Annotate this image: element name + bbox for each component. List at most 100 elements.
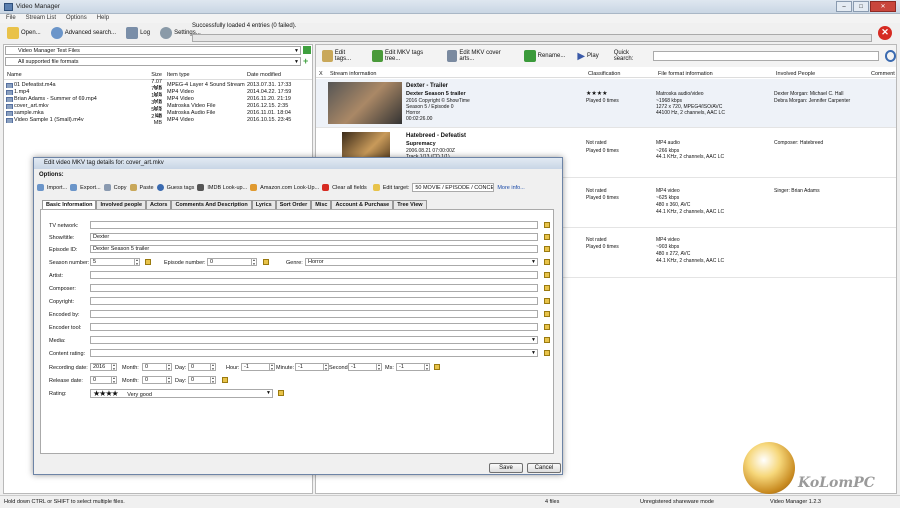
episode-number-stepper[interactable]: 0 ▲ ▼ <box>207 258 257 266</box>
play-button[interactable]: ▶ Play <box>574 50 601 63</box>
edit-tags-button[interactable]: Edit tags... <box>319 49 363 63</box>
cancel-button[interactable]: Cancel <box>527 463 561 473</box>
stream-row[interactable]: Dexter - Trailer Dexter Season 5 trailer… <box>316 79 896 128</box>
col-comment[interactable]: Comment <box>871 71 895 77</box>
tab-sort-order[interactable]: Sort Order <box>275 200 312 209</box>
folder-select[interactable]: Video Manager Test Files ▼ <box>5 46 301 55</box>
recording-second-stepper[interactable]: -1 ▲ ▼ <box>348 363 382 371</box>
pencil-icon[interactable] <box>222 377 228 383</box>
tab-involved-people[interactable]: Involved people <box>96 200 147 209</box>
media-select[interactable]: ▼ <box>90 336 538 344</box>
season-number-stepper[interactable]: 5 ▲ ▼ <box>90 258 140 266</box>
options-label: Options: <box>39 172 64 178</box>
log-icon <box>126 27 139 39</box>
menu-options[interactable]: Options <box>66 14 87 23</box>
close-button[interactable]: ✕ <box>870 1 896 12</box>
pencil-icon[interactable] <box>544 350 550 356</box>
pencil-icon[interactable] <box>544 222 550 228</box>
artist-input[interactable] <box>90 271 538 279</box>
content-rating-select[interactable]: ▼ <box>90 349 538 357</box>
menu-stream-list[interactable]: Stream List <box>26 14 56 23</box>
col-stream-info[interactable]: Stream information <box>330 71 376 77</box>
recording-ms-stepper[interactable]: -1 ▲ ▼ <box>396 363 430 371</box>
episode-id-input[interactable]: Dexter Season 5 trailer <box>90 245 538 253</box>
quick-search-input[interactable] <box>652 51 879 61</box>
guess-tags-button[interactable]: Guess tags <box>167 185 195 191</box>
check-icon[interactable] <box>303 46 311 54</box>
rename-button[interactable]: Rename... <box>521 49 569 63</box>
col-x[interactable]: X <box>319 71 323 77</box>
copyright-input[interactable] <box>90 297 538 305</box>
amazon-lookup-button[interactable]: Amazon.com Look-Up... <box>260 185 319 191</box>
edit-mkv-tree-button[interactable]: Edit MKV tags tree... <box>369 49 437 63</box>
tab-account-purchase[interactable]: Account & Purchase <box>331 200 394 209</box>
col-people[interactable]: Involved People <box>776 71 815 77</box>
pencil-icon[interactable] <box>544 272 550 278</box>
menu-help[interactable]: Help <box>97 14 109 23</box>
imdb-lookup-button[interactable]: IMDB Look-up... <box>207 185 247 191</box>
recording-day-stepper[interactable]: 0 ▲ ▼ <box>188 363 216 371</box>
pencil-icon[interactable] <box>544 324 550 330</box>
more-info-link[interactable]: More info... <box>497 185 525 191</box>
tab-misc[interactable]: Misc <box>311 200 332 209</box>
col-format[interactable]: File format information <box>658 71 713 77</box>
tv-network-input[interactable] <box>90 221 538 229</box>
rating-select[interactable]: ★★★★ Very good ▼ <box>90 389 273 398</box>
recording-month-stepper[interactable]: 0 ▲ ▼ <box>142 363 172 371</box>
col-type[interactable]: Item type <box>162 72 247 79</box>
file-row[interactable]: Video Sample 1 (Small).m4v 2.48 MB MP4 Vid… <box>4 114 312 126</box>
release-year-stepper[interactable]: 0 ▲ ▼ <box>90 376 117 384</box>
recording-year-stepper[interactable]: 2016 ▲ ▼ <box>90 363 117 371</box>
stepper-arrows-icon[interactable]: ▲ ▼ <box>251 258 256 266</box>
release-day-stepper[interactable]: 0 ▲ ▼ <box>188 376 216 384</box>
tab-basic-information[interactable]: Basic Information <box>42 200 97 209</box>
show-title-input[interactable]: Dexter <box>90 233 538 241</box>
play-icon: ▶ <box>577 50 586 62</box>
composer-input[interactable] <box>90 284 538 292</box>
add-icon[interactable]: + <box>303 57 311 66</box>
recording-hour-stepper[interactable]: -1 ▲ ▼ <box>241 363 275 371</box>
release-month-stepper[interactable]: 0 ▲ ▼ <box>142 376 172 384</box>
pencil-icon[interactable] <box>544 298 550 304</box>
export-button[interactable]: Export... <box>80 185 100 191</box>
pencil-icon[interactable] <box>544 234 550 240</box>
col-date[interactable]: Date modified <box>247 72 307 79</box>
menu-file[interactable]: File <box>6 14 16 23</box>
error-icon[interactable]: ✕ <box>878 26 892 40</box>
pencil-icon[interactable] <box>544 337 550 343</box>
tab-tree-view[interactable]: Tree View <box>393 200 427 209</box>
pencil-icon[interactable] <box>544 285 550 291</box>
encoder-tool-input[interactable] <box>90 323 538 331</box>
minimize-button[interactable]: – <box>836 1 852 12</box>
tab-actors[interactable]: Actors <box>146 200 172 209</box>
tab-lyrics[interactable]: Lyrics <box>251 200 276 209</box>
format-filter-select[interactable]: All supported file formats ▼ <box>5 57 301 66</box>
copy-button[interactable]: Copy <box>114 185 127 191</box>
encoded-by-input[interactable] <box>90 310 538 318</box>
pencil-icon[interactable] <box>544 311 550 317</box>
col-classification[interactable]: Classification <box>588 71 620 77</box>
tab-comments[interactable]: Comments And Description <box>171 200 252 209</box>
save-button[interactable]: Save <box>489 463 523 473</box>
import-button[interactable]: Import... <box>47 185 67 191</box>
stepper-arrows-icon[interactable]: ▲ ▼ <box>134 258 139 266</box>
pencil-icon[interactable] <box>544 246 550 252</box>
search-icon[interactable] <box>884 50 896 62</box>
maximize-button[interactable]: □ <box>853 1 869 12</box>
genre-select[interactable]: Horror ▼ <box>305 258 538 266</box>
edit-target-select[interactable]: 50 MOVIE / EPISODE / CONCERT <box>412 183 495 192</box>
pencil-icon[interactable] <box>544 259 550 265</box>
pencil-icon[interactable] <box>145 259 151 265</box>
license-status: Unregistered shareware mode <box>640 499 714 505</box>
paste-button[interactable]: Paste <box>140 185 154 191</box>
open-button[interactable]: Open... <box>4 26 44 40</box>
pencil-icon[interactable] <box>278 390 284 396</box>
log-button[interactable]: Log <box>123 26 153 40</box>
edit-cover-arts-button[interactable]: Edit MKV cover arts... <box>444 49 515 63</box>
advanced-search-button[interactable]: Advanced search... <box>48 26 119 40</box>
col-name[interactable]: Name <box>4 72 144 79</box>
pencil-icon[interactable] <box>263 259 269 265</box>
pencil-icon[interactable] <box>434 364 440 370</box>
clear-fields-button[interactable]: Clear all fields <box>332 185 367 191</box>
recording-minute-stepper[interactable]: -1 ▲ ▼ <box>295 363 329 371</box>
